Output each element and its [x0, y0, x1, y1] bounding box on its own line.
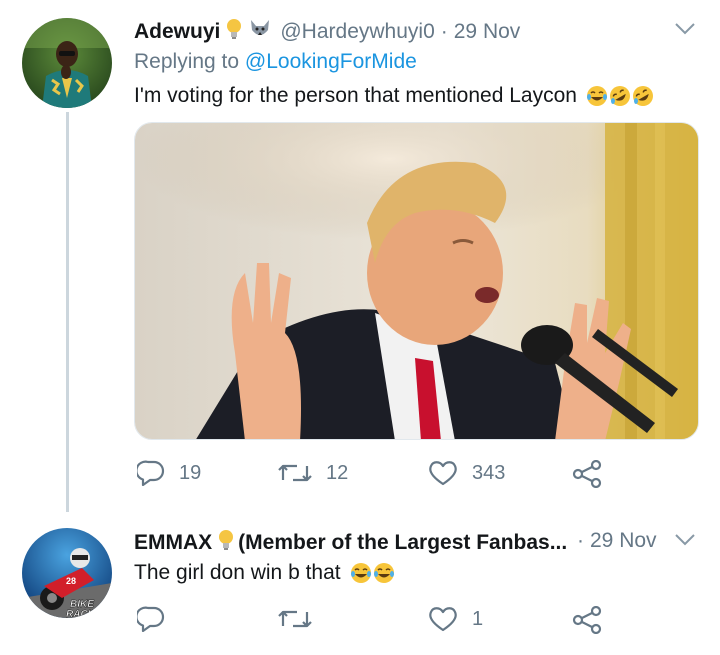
tweet-header: EMMAX (Member of the Largest Fanbas... [134, 529, 567, 557]
timestamp[interactable]: 29 Nov [454, 20, 521, 44]
svg-text:28: 28 [66, 576, 76, 586]
separator-dot: · [440, 20, 448, 43]
retweet-count: 12 [326, 461, 349, 484]
chevron-down-icon[interactable] [674, 533, 696, 552]
display-name[interactable]: EMMAX [134, 531, 212, 555]
avatar[interactable] [22, 18, 112, 108]
share-button[interactable] [572, 460, 602, 488]
rolling-on-floor-laughing-icon [632, 86, 653, 106]
reply-button[interactable] [137, 606, 179, 632]
share-icon [572, 606, 602, 634]
avatar-logo-line2: RACING [66, 609, 106, 618]
share-button[interactable] [572, 606, 602, 634]
tweet-timestamp-group: · 29 Nov [577, 529, 657, 553]
retweet-button[interactable]: 12 [278, 460, 348, 486]
wolf-icon [248, 18, 272, 46]
avatar[interactable]: 28 BIKE RACING [22, 528, 112, 618]
heart-icon [429, 461, 457, 486]
lightbulb-icon [226, 18, 242, 46]
replying-mention[interactable]: @LookingForMide [245, 50, 417, 73]
replying-prefix: Replying to [134, 50, 240, 73]
display-name[interactable]: Adewuyi [134, 20, 220, 44]
face-with-tears-of-joy-icon [350, 563, 371, 583]
tweet-image[interactable] [134, 122, 699, 440]
retweet-icon [278, 610, 312, 628]
chevron-down-icon[interactable] [674, 22, 696, 41]
retweet-button[interactable] [278, 606, 326, 632]
display-name-suffix[interactable]: (Member of the Largest Fanbas... [238, 531, 567, 555]
replying-to: Replying to @LookingForMide [134, 50, 417, 74]
like-count: 343 [472, 461, 506, 484]
reply-icon [137, 606, 165, 632]
share-icon [572, 460, 602, 488]
reply-count: 19 [179, 461, 202, 484]
reply-icon [137, 460, 165, 486]
like-count: 1 [472, 607, 484, 630]
tweet-text: I'm voting for the person that mentioned… [134, 84, 654, 108]
tweet-text: The girl don win b that [134, 561, 395, 585]
separator-dot: · [577, 529, 584, 552]
like-button[interactable]: 1 [428, 606, 483, 632]
user-handle[interactable]: @Hardeywhuyi0 [280, 20, 434, 44]
thread-line [66, 112, 69, 512]
reply-button[interactable]: 19 [137, 460, 201, 486]
face-with-tears-of-joy-icon [373, 563, 394, 583]
rolling-on-floor-laughing-icon [609, 86, 630, 106]
face-with-tears-of-joy-icon [586, 86, 607, 106]
timestamp[interactable]: 29 Nov [590, 529, 657, 553]
like-button[interactable]: 343 [428, 460, 505, 486]
tweet-body: I'm voting for the person that mentioned… [134, 84, 577, 107]
retweet-icon [278, 464, 312, 482]
heart-icon [429, 607, 457, 632]
lightbulb-icon [218, 529, 234, 557]
tweet-header: Adewuyi @Hardeywhuyi0 · 29 Nov [134, 18, 520, 46]
tweet-body: The girl don win b that [134, 561, 341, 584]
